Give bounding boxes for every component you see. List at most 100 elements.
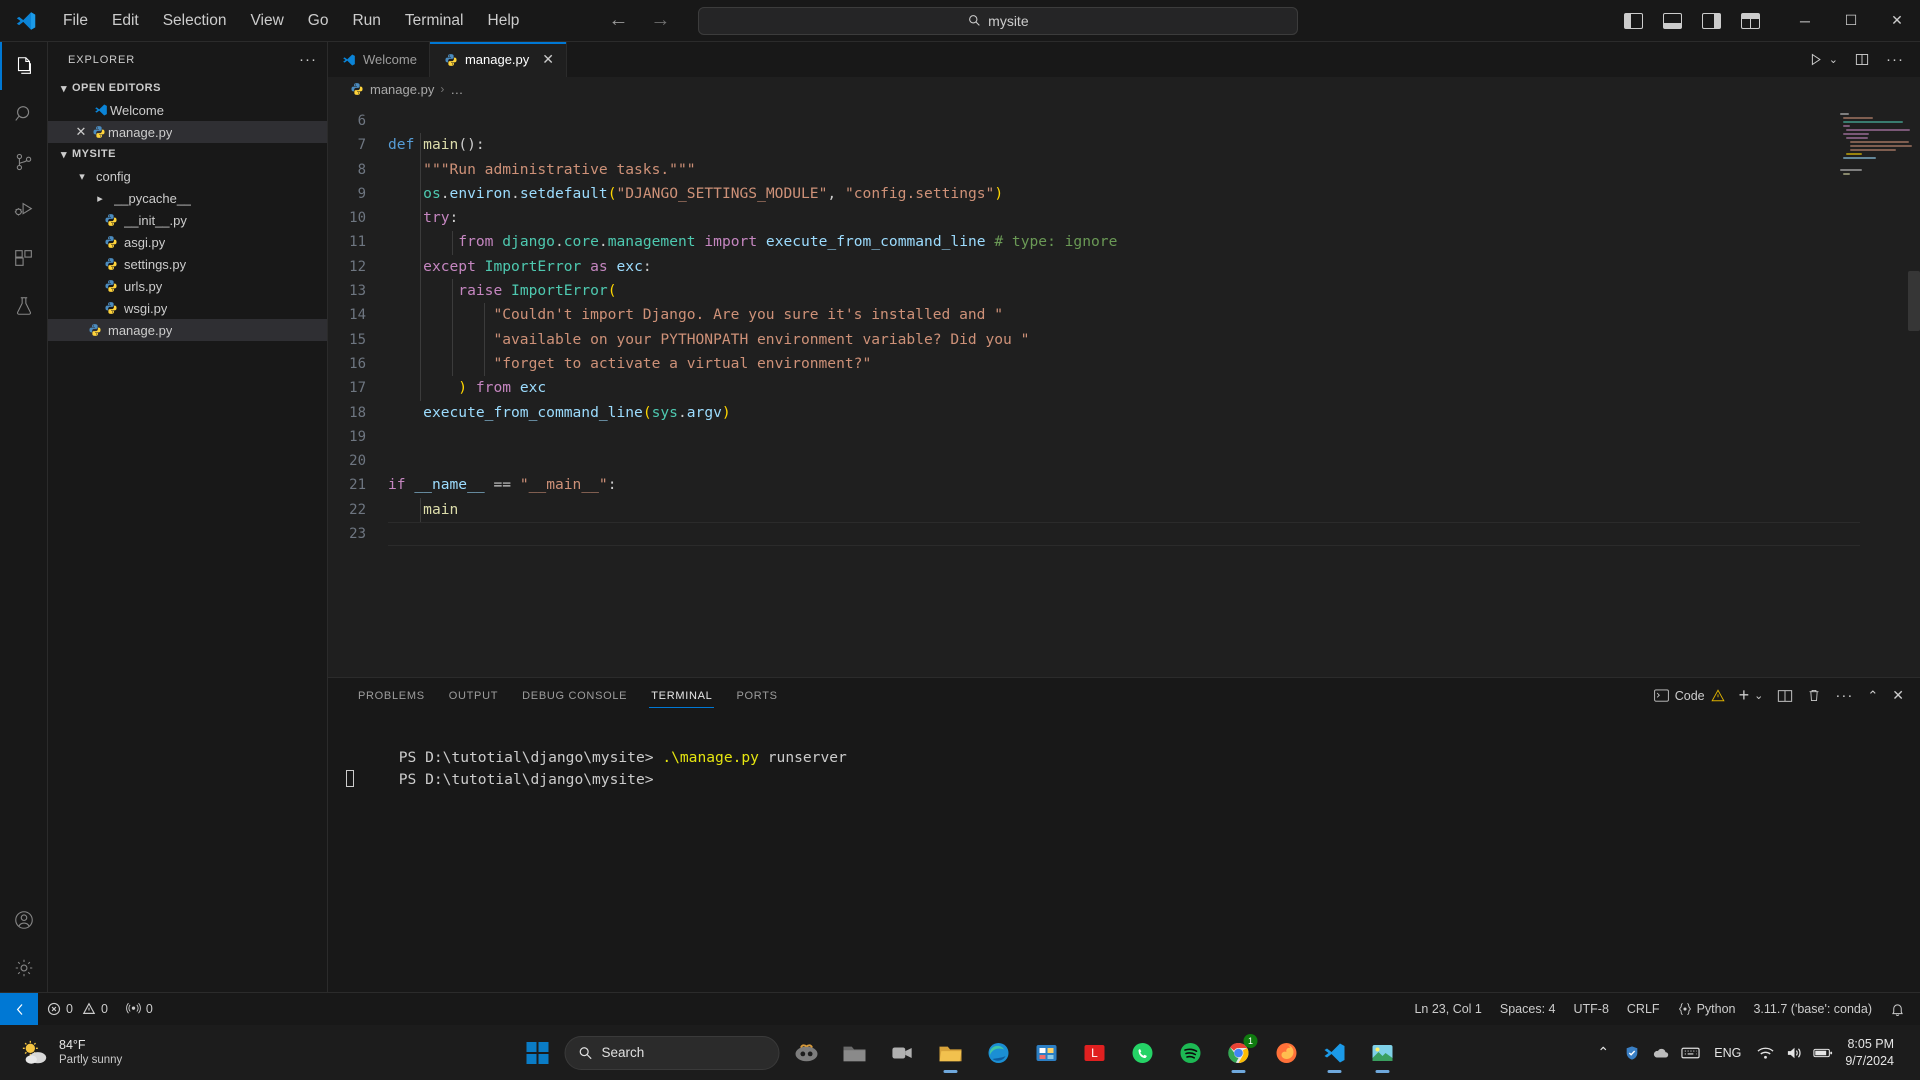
open-editor-manage-py[interactable]: ✕ manage.py [48,121,327,143]
tray-language[interactable]: ENG [1706,1046,1749,1060]
code-line[interactable]: "forget to activate a virtual environmen… [388,352,1920,376]
tray-expand-chevron-icon[interactable]: ⌃ [1590,1036,1616,1070]
weather-widget[interactable]: 84°F Partly sunny [0,1037,290,1068]
sidebar-more-actions-icon[interactable]: ··· [299,51,317,68]
start-button[interactable] [517,1032,559,1074]
activity-accounts[interactable] [0,896,48,944]
taskbar-app-whatsapp[interactable] [1122,1032,1164,1074]
close-icon[interactable]: ✕ [72,124,90,140]
navigate-back-icon[interactable]: ← [608,9,628,32]
taskbar-search-input[interactable]: Search [564,1035,780,1070]
breadcrumb-symbol[interactable]: … [450,82,463,97]
taskbar-app-vscode[interactable] [1314,1032,1356,1074]
battery-icon[interactable] [1810,1036,1836,1070]
tree-file-asgi-py[interactable]: asgi.py [48,231,327,253]
command-search-input[interactable]: mysite [698,6,1299,35]
panel-tab-ports[interactable]: PORTS [724,678,789,713]
terminal-shell-selector[interactable]: Code [1653,689,1725,703]
tree-file-manage-py[interactable]: manage.py [48,319,327,341]
menu-edit[interactable]: Edit [101,7,150,35]
taskbar-app-edge[interactable] [978,1032,1020,1074]
menu-view[interactable]: View [239,7,294,35]
code-line[interactable] [388,449,1920,473]
panel-tab-problems[interactable]: PROBLEMS [346,678,437,713]
panel-tab-debug-console[interactable]: DEBUG CONSOLE [510,678,639,713]
status-python-interpreter[interactable]: 3.11.7 ('base': conda) [1744,993,1881,1026]
open-editor-welcome[interactable]: Welcome [48,99,327,121]
taskbar-app-store[interactable] [1026,1032,1068,1074]
status-notifications[interactable] [1881,993,1914,1026]
menu-terminal[interactable]: Terminal [394,7,475,35]
taskbar-clock[interactable]: 8:05 PM 9/7/2024 [1839,1036,1908,1070]
maximize-panel-icon[interactable]: ⌃ [1867,688,1878,704]
section-open-editors[interactable]: ▾ OPEN EDITORS [48,77,327,99]
editor-more-actions-icon[interactable]: ··· [1886,51,1904,68]
code-line[interactable]: if __name__ == "__main__": [388,473,1920,497]
activity-testing[interactable] [0,282,48,330]
activity-search[interactable] [0,90,48,138]
status-indentation[interactable]: Spaces: 4 [1491,993,1565,1026]
tree-file-init-py[interactable]: __init__.py [48,209,327,231]
onedrive-icon[interactable] [1648,1036,1674,1070]
volume-icon[interactable] [1781,1036,1807,1070]
terminal-content[interactable]: PS D:\tutotial\django\mysite> .\manage.p… [328,713,1920,992]
shield-icon[interactable] [1619,1036,1645,1070]
remote-window-indicator[interactable] [0,992,38,1026]
trash-icon[interactable] [1807,688,1821,703]
tree-file-wsgi-py[interactable]: wsgi.py [48,297,327,319]
code-line[interactable]: os.environ.setdefault("DJANGO_SETTINGS_M… [388,182,1920,206]
tab-welcome[interactable]: Welcome [328,42,430,77]
status-errors-warnings[interactable]: 0 0 [38,993,117,1026]
breadcrumb-file[interactable]: manage.py [370,82,434,97]
code-line[interactable] [388,425,1920,449]
minimap[interactable] [1840,109,1912,181]
taskbar-app-firefox[interactable] [1266,1032,1308,1074]
toggle-secondary-sidebar-icon[interactable] [1702,12,1721,29]
status-cursor-position[interactable]: Ln 23, Col 1 [1405,993,1490,1026]
activity-run-debug[interactable] [0,186,48,234]
customize-layout-icon[interactable] [1741,12,1760,29]
code-line[interactable]: "available on your PYTHONPATH environmen… [388,328,1920,352]
tree-folder-config[interactable]: ▾ config [48,165,327,187]
menu-help[interactable]: Help [477,7,531,35]
keyboard-icon[interactable] [1677,1036,1703,1070]
run-options-chevron-icon[interactable]: ⌄ [1829,53,1838,66]
tree-file-urls-py[interactable]: urls.py [48,275,327,297]
code-line[interactable]: from django.core.management import execu… [388,230,1920,254]
status-ports[interactable]: 0 [117,993,162,1026]
section-workspace-mysite[interactable]: ▾ MYSITE [48,143,327,165]
close-window-button[interactable]: ✕ [1874,0,1920,42]
code-line[interactable]: main [388,498,1920,522]
activity-settings[interactable] [0,944,48,992]
activity-explorer[interactable] [0,42,48,90]
new-terminal-icon[interactable]: + [1739,685,1750,706]
navigate-forward-icon[interactable]: → [650,9,670,32]
taskbar-app-copilot[interactable] [786,1032,828,1074]
tree-file-settings-py[interactable]: settings.py [48,253,327,275]
code-line[interactable]: raise ImportError( [388,279,1920,303]
code-line[interactable]: execute_from_command_line(sys.argv) [388,401,1920,425]
activity-source-control[interactable] [0,138,48,186]
taskbar-app-chrome[interactable]: 1 [1218,1032,1260,1074]
taskbar-app-photos[interactable] [1362,1032,1404,1074]
code-line[interactable]: ) from exc [388,376,1920,400]
code-line[interactable]: try: [388,206,1920,230]
panel-more-actions-icon[interactable]: ··· [1835,687,1853,704]
run-file-icon[interactable] [1808,52,1823,67]
split-editor-icon[interactable] [1854,52,1870,67]
wifi-icon[interactable] [1752,1036,1778,1070]
minimize-button[interactable]: ─ [1782,0,1828,42]
tree-folder-pycache[interactable]: ▸ __pycache__ [48,187,327,209]
code-line[interactable]: except ImportError as exc: [388,255,1920,279]
code-line[interactable]: """Run administrative tasks.""" [388,158,1920,182]
menu-go[interactable]: Go [297,7,340,35]
toggle-primary-sidebar-icon[interactable] [1624,12,1643,29]
status-language-mode[interactable]: Python [1669,993,1745,1026]
taskbar-app-file-explorer[interactable] [834,1032,876,1074]
toggle-panel-icon[interactable] [1663,12,1682,29]
tab-manage-py[interactable]: manage.py ✕ [429,42,568,77]
code-line[interactable]: "Couldn't import Django. Are you sure it… [388,303,1920,327]
editor-scrollbar[interactable] [1908,271,1920,331]
split-terminal-icon[interactable] [1777,689,1793,703]
code-line[interactable]: def main(): [388,133,1920,157]
